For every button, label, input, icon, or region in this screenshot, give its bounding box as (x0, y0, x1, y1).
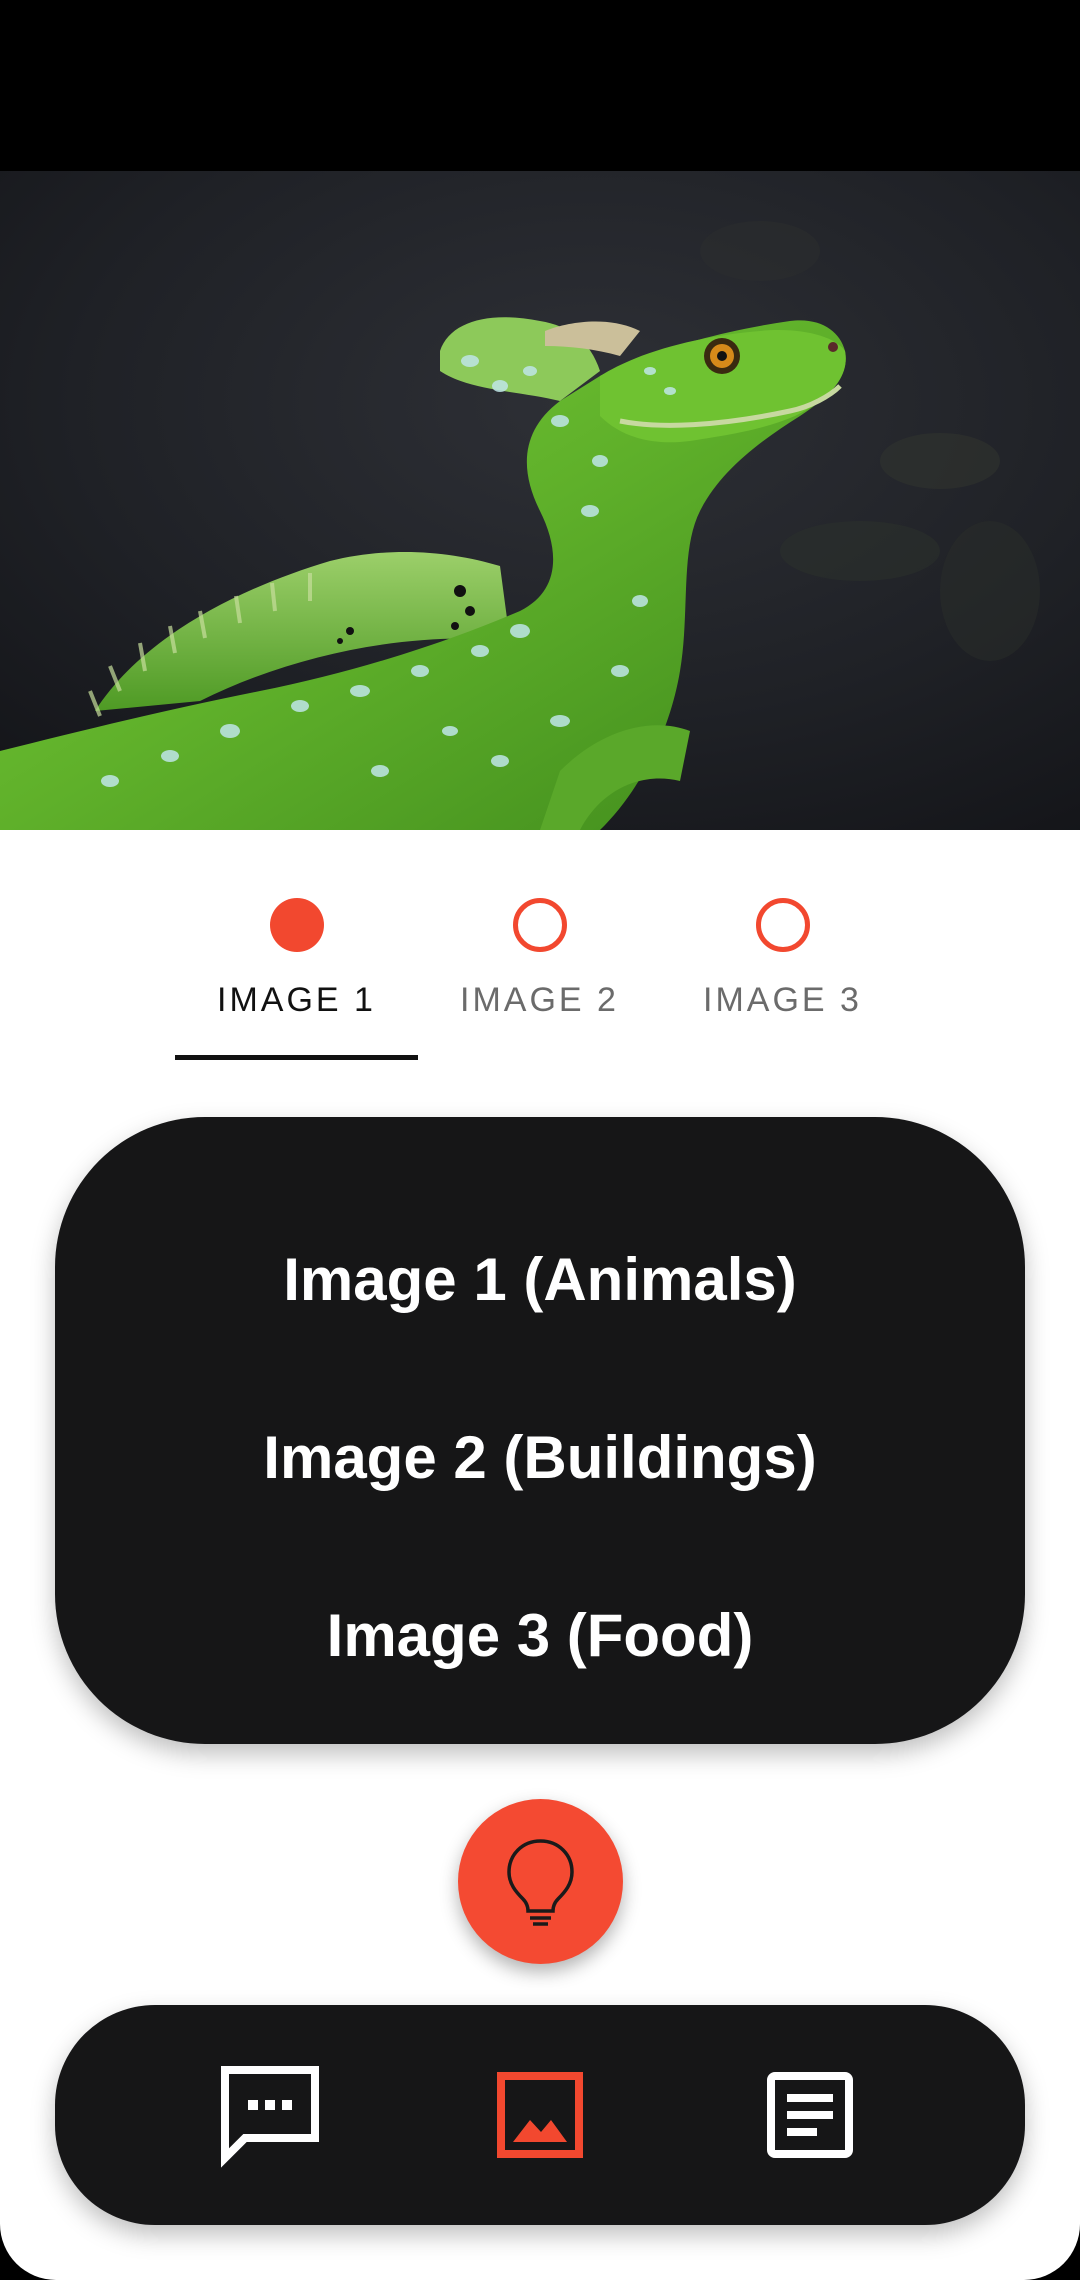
tab-indicator-dot-outline (512, 898, 567, 952)
bottom-navigation-bar (55, 2005, 1025, 2225)
image-tabs: IMAGE 1 IMAGE 2 IMAGE 3 (175, 871, 905, 1061)
lightbulb-icon (507, 1839, 574, 1926)
nav-documents-button[interactable] (755, 2060, 865, 2170)
main-content: IMAGE 1 IMAGE 2 IMAGE 3 Image 1 (Animals… (0, 171, 1080, 2280)
option-buildings[interactable]: Image 2 (Buildings) (55, 1423, 1025, 1492)
lightbulb-fab-button[interactable] (458, 1799, 623, 1964)
nav-images-button[interactable] (485, 2060, 595, 2170)
option-animals[interactable]: Image 1 (Animals) (55, 1245, 1025, 1314)
tab-label: IMAGE 1 (217, 981, 376, 1019)
tab-image-2[interactable]: IMAGE 2 (418, 871, 661, 1061)
tab-indicator-dot-filled (269, 898, 324, 952)
document-icon (767, 2072, 853, 2158)
status-bar (0, 0, 1080, 171)
tab-indicator-dot-outline (755, 898, 810, 952)
chat-icon (221, 2066, 319, 2168)
option-food[interactable]: Image 3 (Food) (55, 1601, 1025, 1670)
hero-image-lizard (0, 171, 1080, 830)
image-icon (497, 2072, 583, 2158)
app-screen: IMAGE 1 IMAGE 2 IMAGE 3 Image 1 (Animals… (0, 0, 1080, 2280)
category-card: Image 1 (Animals) Image 2 (Buildings) Im… (55, 1117, 1025, 1744)
tab-image-3[interactable]: IMAGE 3 (661, 871, 904, 1061)
nav-messages-button[interactable] (215, 2060, 325, 2170)
selected-tab-underline (175, 1055, 418, 1060)
tab-label: IMAGE 3 (703, 981, 862, 1019)
tab-image-1[interactable]: IMAGE 1 (175, 871, 418, 1061)
tab-label: IMAGE 2 (460, 981, 619, 1019)
